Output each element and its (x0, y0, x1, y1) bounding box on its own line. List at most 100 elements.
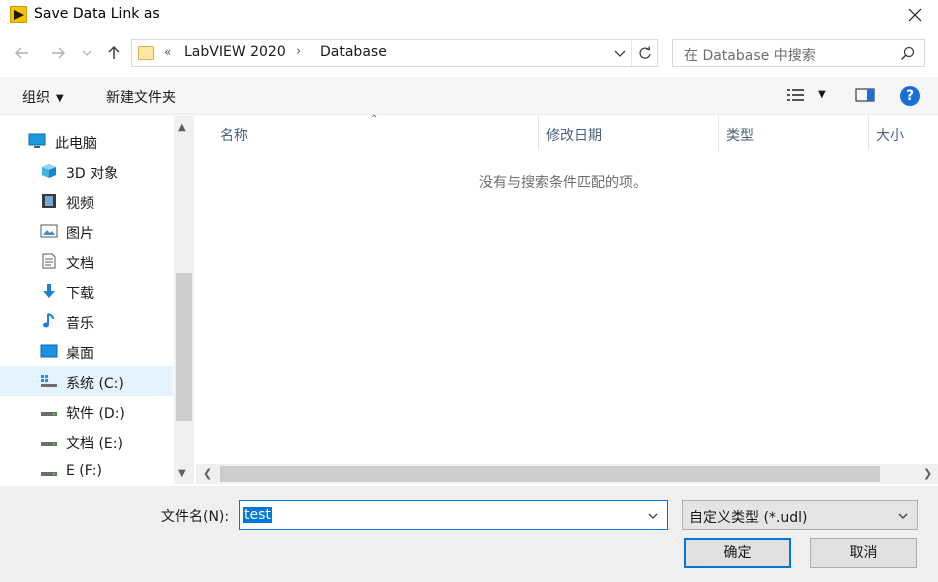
chevron-down-icon (614, 50, 626, 57)
column-divider[interactable] (868, 116, 869, 150)
empty-folder-message: 没有与搜索条件匹配的项。 (479, 175, 647, 191)
command-toolbar: 组织 ▼ 新建文件夹 ▼ ? (0, 77, 938, 115)
sidebar-item-label: E (F:) (66, 463, 102, 479)
address-dropdown-button[interactable] (613, 46, 627, 60)
breadcrumb-separator-icon[interactable]: › (296, 44, 301, 59)
sidebar-item-label: 桌面 (66, 346, 94, 362)
breadcrumb-labview[interactable]: LabVIEW 2020 (184, 44, 286, 60)
view-options-icon[interactable] (786, 87, 808, 103)
scroll-up-icon[interactable]: ▲ (178, 122, 186, 133)
address-overflow[interactable]: « (164, 45, 171, 59)
column-divider[interactable] (718, 116, 719, 150)
navigation-pane: 此电脑 3D 对象 视频 图片 文档 下载 音乐 桌面 系统 (C:) 软件 (… (0, 116, 194, 484)
cancel-button[interactable]: 取消 (810, 538, 917, 568)
document-icon (42, 253, 56, 269)
sidebar-item-videos[interactable]: 视频 (0, 186, 173, 216)
forward-button[interactable] (48, 43, 68, 63)
desktop-icon (40, 344, 58, 358)
scroll-down-icon[interactable]: ▼ (178, 468, 186, 479)
ok-button[interactable]: 确定 (684, 538, 791, 568)
sidebar-item-label: 3D 对象 (66, 166, 119, 182)
sidebar-item-documents-e[interactable]: 文档 (E:) (0, 426, 173, 456)
refresh-icon (639, 46, 651, 59)
file-type-value: 自定义类型 (*.udl) (689, 510, 808, 526)
view-caret-icon[interactable]: ▼ (818, 89, 826, 100)
download-icon (43, 284, 55, 298)
filename-value[interactable]: test (243, 507, 272, 523)
caret-down-icon: ▼ (56, 92, 64, 104)
window-title: Save Data Link as (34, 6, 160, 22)
file-type-select[interactable]: 自定义类型 (*.udl) (682, 500, 918, 530)
organize-button[interactable]: 组织 ▼ (22, 87, 64, 107)
scroll-right-icon[interactable]: ❯ (923, 467, 932, 480)
column-header-date-modified[interactable]: 修改日期 (546, 125, 602, 145)
sidebar-item-label: 文档 (66, 256, 94, 272)
navigation-bar: « LabVIEW 2020 › Database 在 Database 中搜索 (0, 34, 938, 72)
title-bar: Save Data Link as (0, 0, 938, 30)
save-options-panel: 文件名(N): test 自定义类型 (*.udl) 确定 取消 (0, 486, 938, 582)
cube-icon (42, 164, 56, 178)
sidebar-item-label: 系统 (C:) (66, 376, 124, 392)
sidebar-item-3d-objects[interactable]: 3D 对象 (0, 156, 173, 186)
arrow-right-icon (52, 47, 65, 59)
address-bar[interactable]: « LabVIEW 2020 › Database (131, 39, 658, 67)
organize-label: 组织 (22, 90, 50, 106)
search-placeholder: 在 Database 中搜索 (684, 48, 816, 64)
sidebar-item-desktop[interactable]: 桌面 (0, 336, 173, 366)
drive-icon (41, 412, 57, 416)
sidebar-item-downloads[interactable]: 下载 (0, 276, 173, 306)
sort-ascending-icon: ⌃ (370, 114, 379, 125)
sidebar-item-e-f[interactable]: E (F:) (0, 456, 173, 486)
preview-pane-icon[interactable] (855, 87, 875, 103)
computer-icon (28, 133, 46, 148)
column-header-size[interactable]: 大小 (876, 125, 904, 145)
system-drive-icon (41, 375, 57, 387)
column-header-name[interactable]: 名称 (220, 125, 248, 145)
sidebar-item-system-c[interactable]: 系统 (C:) (0, 366, 173, 396)
sidebar-item-label: 软件 (D:) (66, 406, 125, 422)
sidebar-scroll-thumb[interactable] (176, 273, 192, 421)
arrow-left-icon (15, 47, 28, 59)
sidebar-item-label: 此电脑 (55, 136, 97, 152)
drive-icon (41, 472, 57, 476)
help-icon[interactable]: ? (900, 86, 920, 106)
labview-app-icon (10, 6, 27, 23)
filename-label: 文件名(N): (161, 509, 230, 525)
sidebar-item-label: 音乐 (66, 316, 94, 332)
picture-icon (40, 224, 58, 238)
video-icon (42, 194, 56, 208)
refresh-button[interactable] (631, 40, 657, 66)
drive-icon (41, 442, 57, 446)
sidebar-item-this-pc[interactable]: 此电脑 (0, 126, 173, 156)
recent-locations-button[interactable] (80, 43, 94, 63)
arrow-up-icon (108, 45, 120, 59)
up-button[interactable] (104, 43, 124, 63)
sidebar-item-pictures[interactable]: 图片 (0, 216, 173, 246)
sidebar-item-label: 图片 (66, 226, 94, 242)
music-icon (43, 313, 54, 328)
sidebar-scrollbar[interactable]: ▲ ▼ (174, 116, 194, 484)
sidebar-item-label: 下载 (66, 286, 94, 302)
scroll-left-icon[interactable]: ❮ (203, 467, 212, 480)
breadcrumb-database[interactable]: Database (320, 44, 387, 60)
horizontal-scroll-thumb[interactable] (220, 466, 880, 482)
column-divider[interactable] (538, 116, 539, 150)
sidebar-item-music[interactable]: 音乐 (0, 306, 173, 336)
close-button[interactable] (892, 0, 938, 30)
chevron-down-icon (898, 513, 908, 519)
chevron-down-icon[interactable] (647, 510, 659, 522)
horizontal-scrollbar[interactable]: ❮ ❯ (196, 464, 938, 484)
column-header-row: ⌃ 名称 修改日期 类型 大小 (196, 114, 938, 150)
sidebar-item-documents[interactable]: 文档 (0, 246, 173, 276)
close-icon (908, 8, 922, 22)
folder-icon (138, 46, 154, 60)
new-folder-button[interactable]: 新建文件夹 (106, 87, 176, 107)
back-button[interactable] (12, 43, 32, 63)
sidebar-item-label: 文档 (E:) (66, 436, 123, 452)
file-list-pane: ⌃ 名称 修改日期 类型 大小 没有与搜索条件匹配的项。 ❮ ❯ (196, 114, 938, 484)
column-header-type[interactable]: 类型 (726, 125, 754, 145)
filename-input[interactable]: test (239, 500, 668, 530)
sidebar-item-software-d[interactable]: 软件 (D:) (0, 396, 173, 426)
sidebar-item-label: 视频 (66, 196, 94, 212)
search-input[interactable]: 在 Database 中搜索 (672, 39, 925, 67)
